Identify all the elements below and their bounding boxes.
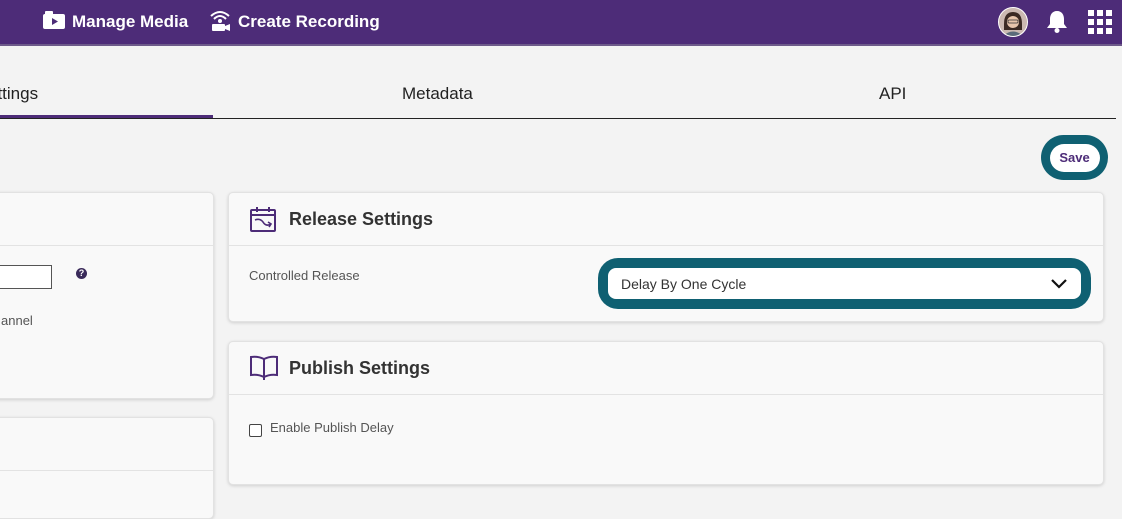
manage-media-link[interactable]: Manage Media — [42, 0, 188, 44]
recording-icon — [208, 8, 232, 37]
release-settings-title: Release Settings — [289, 209, 434, 229]
controlled-release-label: Controlled Release — [249, 268, 360, 283]
tab-api[interactable]: API — [879, 84, 906, 104]
tab-metadata[interactable]: Metadata — [402, 84, 473, 104]
left-settings-card-2 — [0, 417, 214, 519]
publish-settings-title: Publish Settings — [289, 358, 431, 378]
left-text-input[interactable] — [0, 265, 52, 289]
media-icon — [42, 10, 66, 35]
release-settings-card: Release Settings Controlled Release Dela… — [228, 192, 1104, 322]
enable-publish-delay-checkbox[interactable] — [249, 424, 262, 437]
left-card-header — [0, 193, 213, 246]
select-focus-ring: Delay By One Cycle — [598, 258, 1091, 309]
active-tab-indicator — [0, 115, 213, 118]
left-card-2-header — [0, 418, 213, 471]
left-settings-card: ? annel — [0, 192, 214, 399]
avatar[interactable] — [998, 7, 1028, 37]
bell-icon[interactable] — [1046, 9, 1068, 38]
tab-settings[interactable]: ettings — [0, 84, 38, 104]
create-recording-link[interactable]: Create Recording — [208, 0, 380, 44]
select-value: Delay By One Cycle — [621, 276, 747, 292]
release-settings-header: Release Settings — [229, 193, 1103, 246]
calendar-icon — [249, 205, 277, 238]
enable-publish-delay-label[interactable]: Enable Publish Delay — [270, 420, 394, 435]
book-icon — [249, 354, 279, 385]
manage-media-label: Manage Media — [72, 12, 189, 31]
publish-settings-card: Publish Settings Enable Publish Delay — [228, 341, 1104, 485]
tab-bar: ettings Metadata API — [0, 44, 1116, 119]
create-recording-label: Create Recording — [238, 12, 380, 31]
controlled-release-select[interactable]: Delay By One Cycle — [608, 268, 1081, 299]
help-icon[interactable]: ? — [76, 268, 87, 279]
publish-settings-header: Publish Settings — [229, 342, 1103, 395]
apps-grid-icon[interactable] — [1088, 10, 1112, 39]
top-nav-bar: Manage Media Create Recording — [0, 0, 1122, 46]
channel-label: annel — [1, 313, 33, 328]
save-focus-ring: Save — [1041, 135, 1108, 180]
chevron-down-icon — [1051, 277, 1067, 295]
save-button[interactable]: Save — [1049, 143, 1100, 172]
